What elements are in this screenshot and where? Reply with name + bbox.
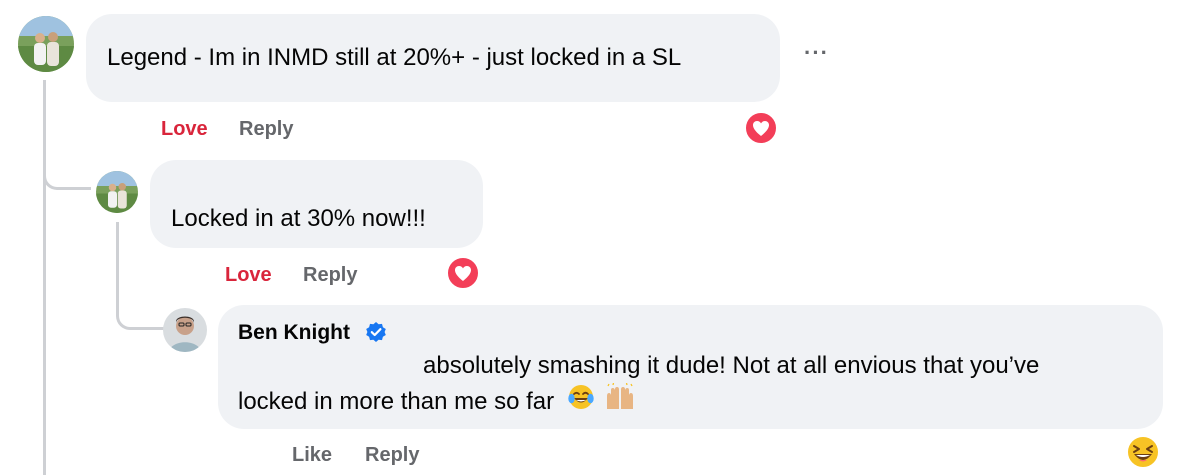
- thread-connector-reply-2: [116, 290, 164, 330]
- comment-bubble[interactable]: Ben Knight absolutely smashing it dude! …: [218, 305, 1163, 429]
- comment-text-line-2: locked in more than me so far: [238, 387, 555, 415]
- reply-button[interactable]: Reply: [365, 444, 419, 467]
- like-button[interactable]: Like: [292, 444, 332, 467]
- love-reaction-icon[interactable]: [744, 111, 778, 145]
- thread-line-main: [43, 80, 46, 475]
- avatar[interactable]: [96, 171, 138, 213]
- thread-connector-reply-1: [43, 150, 91, 190]
- avatar[interactable]: [163, 308, 207, 352]
- reply-button[interactable]: Reply: [239, 118, 293, 141]
- face-with-tears-of-joy-icon: [567, 383, 595, 422]
- comment-bubble[interactable]: Legend - Im in INMD still at 20%+ - just…: [86, 14, 780, 102]
- verified-badge-icon: [365, 321, 387, 348]
- comment-text-line-1: absolutely smashing it dude! Not at all …: [423, 352, 1040, 379]
- reply-button[interactable]: Reply: [303, 264, 357, 287]
- avatar[interactable]: [18, 16, 74, 72]
- love-button[interactable]: Love: [225, 264, 272, 287]
- comment-author[interactable]: Ben Knight: [238, 321, 350, 345]
- more-options-icon[interactable]: ···: [804, 40, 829, 66]
- comment-text-line-2-row: locked in more than me so far: [238, 382, 636, 422]
- love-reaction-icon[interactable]: [446, 256, 480, 290]
- comment-text: Legend - Im in INMD still at 20%+ - just…: [107, 44, 682, 71]
- comment-bubble[interactable]: Locked in at 30% now!!!: [150, 160, 483, 248]
- love-button[interactable]: Love: [161, 118, 208, 141]
- grinning-squinting-face-reaction-icon[interactable]: [1125, 434, 1161, 470]
- comment-text: Locked in at 30% now!!!: [171, 205, 426, 232]
- raising-hands-icon: [604, 382, 636, 422]
